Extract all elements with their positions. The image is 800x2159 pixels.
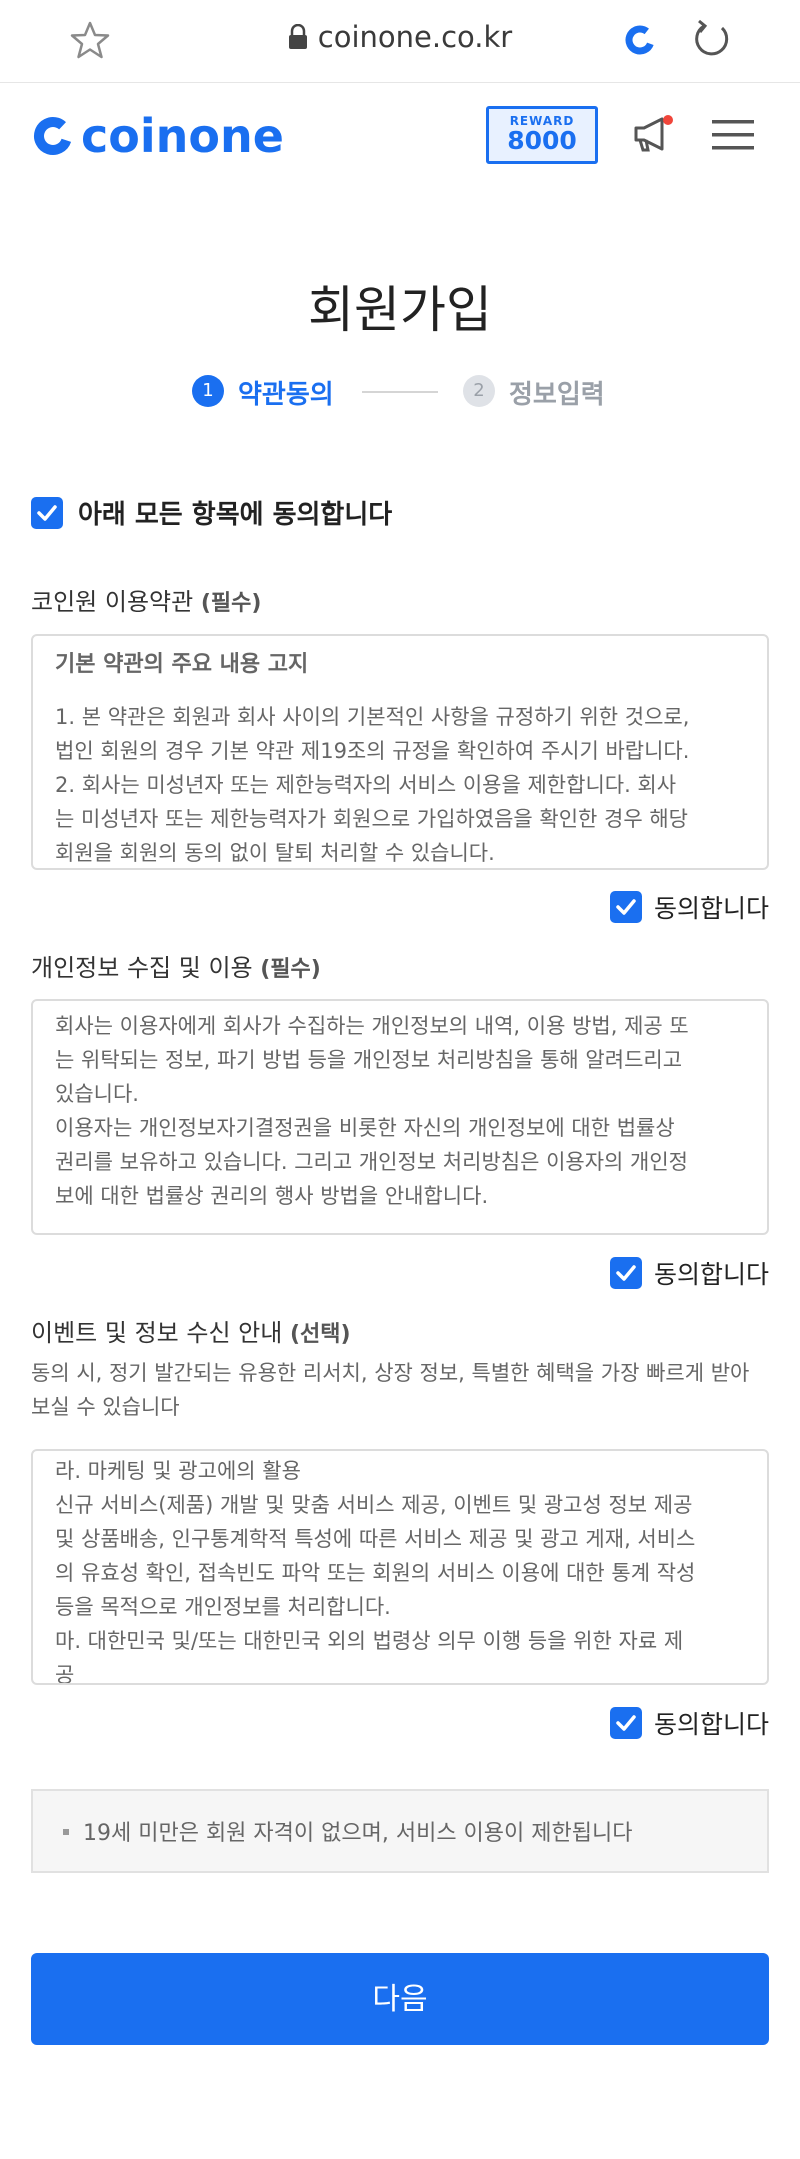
hamburger-menu-icon[interactable] <box>712 118 754 152</box>
terms-scroll-box[interactable]: 기본 약관의 주요 내용 고지 1. 본 약관은 회원과 회사 사이의 기본적인… <box>31 634 769 870</box>
marketing-line: 라. 마케팅 및 광고에의 활용 <box>55 1459 301 1483</box>
terms-line: 회원을 회원의 동의 없이 탈퇴 처리할 수 있습니다. <box>55 841 495 865</box>
page-title: 회원가입 <box>308 281 492 339</box>
marketing-line: 등을 목적으로 개인정보를 처리합니다. <box>55 1595 391 1619</box>
marketing-agree-label: 동의합니다 <box>653 1710 769 1739</box>
privacy-line: 이용자는 개인정보자기결정권을 비롯한 자신의 개인정보에 대한 법률상 <box>55 1116 675 1140</box>
checkmark-icon <box>609 1707 642 1739</box>
privacy-agree-checkbox[interactable]: 동의합니다 <box>609 1255 769 1291</box>
address-bar[interactable]: coinone.co.kr <box>0 20 800 57</box>
privacy-agree-label: 동의합니다 <box>653 1260 769 1289</box>
reward-badge[interactable]: REWARD 8000 <box>486 106 598 164</box>
marketing-description: 동의 시, 정기 발간되는 유용한 리서치, 상장 정보, 특별한 혜택을 가장… <box>31 1361 750 1419</box>
step-1-number: 1 <box>192 375 224 407</box>
privacy-line: 있습니다. <box>55 1082 139 1106</box>
checkmark-icon <box>31 496 63 529</box>
checkmark-icon <box>609 891 642 923</box>
age-notice-box: 19세 미만은 회원 자격이 없으며, 서비스 이용이 제한됩니다 <box>31 1789 769 1873</box>
marketing-optional-tag: (선택) <box>289 1322 351 1347</box>
bullet-icon <box>63 1829 69 1835</box>
terms-section-title: 코인원 이용약관 (필수) <box>31 582 261 617</box>
marketing-agree-checkbox[interactable]: 동의합니다 <box>609 1705 769 1741</box>
megaphone-icon[interactable] <box>630 112 676 158</box>
marketing-line: 공 <box>55 1663 75 1685</box>
privacy-line: 회사는 이용자에게 회사가 수집하는 개인정보의 내역, 이용 방법, 제공 또 <box>55 1014 689 1038</box>
reward-value: 8000 <box>507 126 577 155</box>
privacy-title: 개인정보 수집 및 이용 <box>31 954 253 982</box>
lock-icon <box>288 23 308 57</box>
marketing-line: 및 상품배송, 인구통계학적 특성에 따른 서비스 제공 및 광고 게재, 서비… <box>55 1527 696 1551</box>
terms-title: 코인원 이용약관 <box>31 588 194 616</box>
step-2-label: 정보입력 <box>509 380 605 410</box>
privacy-line: 보에 대한 법률상 권리의 행사 방법을 안내합니다. <box>55 1184 489 1208</box>
terms-line: 법인 회원의 경우 기본 약관 제19조의 규정을 확인하여 주시기 바랍니다. <box>55 739 690 763</box>
privacy-scroll-box[interactable]: 회사는 이용자에게 회사가 수집하는 개인정보의 내역, 이용 방법, 제공 또… <box>31 999 769 1235</box>
privacy-required-tag: (필수) <box>260 957 321 982</box>
privacy-line: 권리를 보유하고 있습니다. 그리고 개인정보 처리방침은 이용자의 개인정 <box>55 1150 688 1174</box>
privacy-line: 는 위탁되는 정보, 파기 방법 등을 개인정보 처리방침을 통해 알려드리고 <box>55 1048 683 1072</box>
step-1-label: 약관동의 <box>238 380 334 410</box>
marketing-line: 신규 서비스(제품) 개발 및 맞춤 서비스 제공, 이벤트 및 광고성 정보 … <box>55 1493 693 1517</box>
next-button[interactable]: 다음 <box>31 1953 769 2045</box>
terms-agree-checkbox[interactable]: 동의합니다 <box>609 889 769 925</box>
marketing-title: 이벤트 및 정보 수신 안내 <box>31 1319 283 1347</box>
terms-heading: 기본 약관의 주요 내용 고지 <box>55 652 309 677</box>
url-text: coinone.co.kr <box>317 20 513 54</box>
marketing-section-title: 이벤트 및 정보 수신 안내 (선택) <box>31 1313 351 1348</box>
terms-required-tag: (필수) <box>200 591 262 616</box>
marketing-line: 의 유효성 확인, 접속빈도 파악 또는 회원의 서비스 이용에 대한 통계 작… <box>55 1561 696 1585</box>
terms-line: 2. 회사는 미성년자 또는 제한능력자의 서비스 이용을 제한합니다. 회사 <box>55 773 677 797</box>
step-connector <box>362 391 438 393</box>
terms-agree-label: 동의합니다 <box>653 894 769 923</box>
coinone-extension-icon[interactable] <box>622 22 658 58</box>
terms-line: 는 미성년자 또는 제한능력자가 회원으로 가입하였음을 확인한 경우 해당 <box>55 807 688 831</box>
age-notice-text: 19세 미만은 회원 자격이 없으며, 서비스 이용이 제한됩니다 <box>83 1821 633 1846</box>
checkmark-icon <box>609 1257 642 1289</box>
agree-all-label: 아래 모든 항목에 동의합니다 <box>78 500 393 530</box>
step-2-number: 2 <box>463 375 495 407</box>
privacy-section-title: 개인정보 수집 및 이용 (필수) <box>31 948 321 983</box>
logo-text: coinone <box>81 109 284 163</box>
terms-line: 1. 본 약관은 회원과 회사 사이의 기본적인 사항을 규정하기 위한 것으로… <box>55 705 690 729</box>
marketing-scroll-box[interactable]: 라. 마케팅 및 광고에의 활용 신규 서비스(제품) 개발 및 맞춤 서비스 … <box>31 1449 769 1685</box>
coinone-logo[interactable]: coinone <box>31 109 284 163</box>
coinone-logo-icon <box>34 117 72 155</box>
reload-icon[interactable] <box>690 18 732 60</box>
agree-all-checkbox[interactable]: 아래 모든 항목에 동의합니다 <box>31 494 392 531</box>
marketing-line: 마. 대한민국 및/또는 대한민국 외의 법령상 의무 이행 등을 위한 자료 … <box>55 1629 684 1653</box>
